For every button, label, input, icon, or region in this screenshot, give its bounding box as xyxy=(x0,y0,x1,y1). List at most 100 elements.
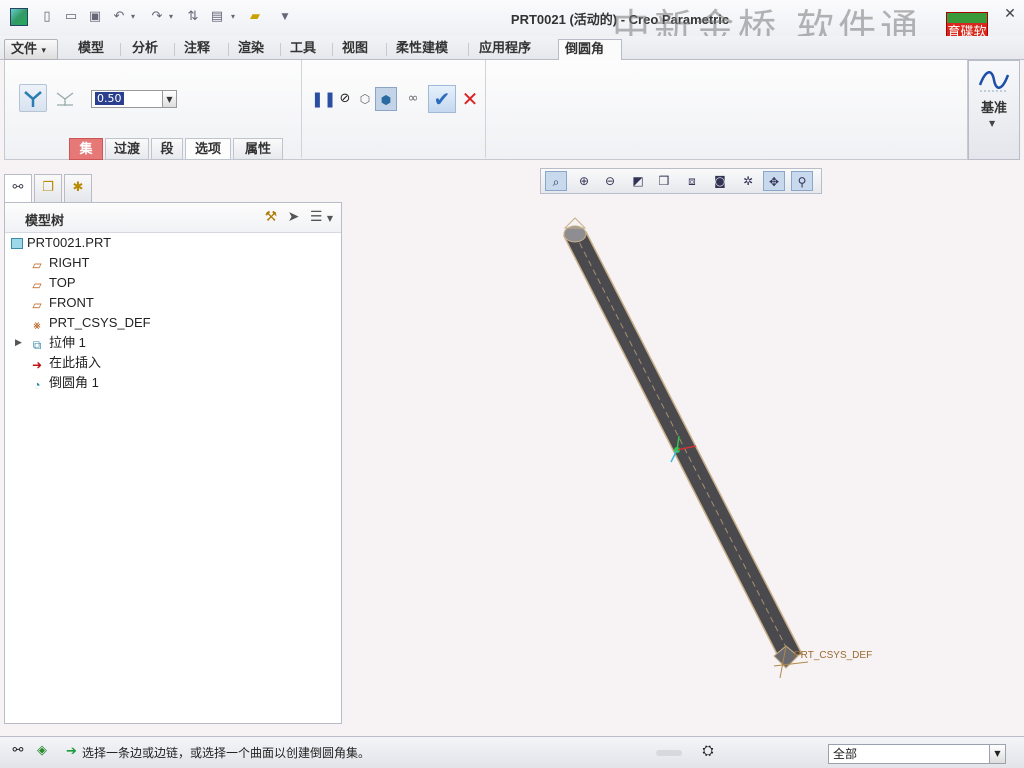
tree-item-extrude[interactable]: ⧉ 拉伸 1 xyxy=(29,333,86,353)
undo-icon[interactable]: ↶ xyxy=(110,8,128,26)
glasses-preview-icon[interactable]: ∞ xyxy=(401,87,425,111)
close-icon[interactable]: ✕ xyxy=(1000,6,1020,22)
tab-divider xyxy=(332,43,333,56)
tree-item-round[interactable]: ◔ 倒圆角 1 xyxy=(29,373,99,393)
close-window-icon[interactable]: ▰ xyxy=(246,8,264,26)
customize-toolbar-icon[interactable]: ▼ xyxy=(276,8,294,26)
tree-item-label: PRT0021.PRT xyxy=(27,235,112,250)
tree-settings-icon[interactable]: ⚒ xyxy=(265,209,278,225)
tree-item-label: 拉伸 1 xyxy=(49,335,86,350)
favorites-tab-icon[interactable]: ✱ xyxy=(64,174,92,202)
windows-dropdown-icon[interactable]: ▾ xyxy=(228,8,238,26)
no-preview-icon[interactable]: ⊘ xyxy=(335,87,355,111)
tab-divider xyxy=(228,43,229,56)
tree-item-label: 在此插入 xyxy=(49,355,102,370)
tree-item-label: 倒圆角 1 xyxy=(49,375,99,390)
csys-label: PRT_CSYS_DEF xyxy=(794,650,872,661)
insert-arrow-icon: ➜ xyxy=(31,358,43,372)
tab-annotate[interactable]: 注释 xyxy=(178,39,216,60)
verify-preview-icon[interactable]: ⬢ xyxy=(375,87,397,111)
model-tree-title: 模型树 xyxy=(25,214,65,229)
redo-dropdown-icon[interactable]: ▾ xyxy=(166,8,176,26)
prompt-arrow-icon: ➔ xyxy=(66,744,77,759)
radius-input[interactable]: 0.50 xyxy=(91,90,163,108)
datum-dropdown-icon[interactable]: ▼ xyxy=(989,119,995,128)
find-binoculars-icon[interactable]: ⛭ xyxy=(698,743,718,763)
browser-toggle-icon[interactable]: ◈ xyxy=(32,743,52,763)
tree-item-insert-here[interactable]: ➜ 在此插入 xyxy=(29,353,101,373)
tab-divider xyxy=(386,43,387,56)
radius-value: 0.50 xyxy=(95,92,124,105)
tree-dropdown-icon[interactable]: ▼ xyxy=(327,214,333,223)
folder-browser-tab-icon[interactable]: ❐ xyxy=(34,174,62,202)
undo-dropdown-icon[interactable]: ▾ xyxy=(128,8,138,26)
ok-checkmark-icon[interactable]: ✔ xyxy=(428,85,456,113)
datum-group[interactable]: 基准 ▼ xyxy=(968,60,1020,160)
tab-tools[interactable]: 工具 xyxy=(284,39,322,60)
ribbon-tab-bar: 文件 ▾ 模型 分析 注释 渲染 工具 视图 柔性建模 应用程序 倒圆角 xyxy=(0,36,1024,61)
navigator-toggle-icon[interactable]: ⚯ xyxy=(8,743,28,763)
tree-columns-icon[interactable]: ☰ xyxy=(310,209,323,225)
tree-item-part[interactable]: PRT0021.PRT xyxy=(11,233,111,253)
subtab-properties[interactable]: 属性 xyxy=(233,138,283,160)
constant-round-icon[interactable] xyxy=(19,84,47,112)
cancel-x-icon[interactable]: ✕ xyxy=(458,87,482,111)
subtab-transitions[interactable]: 过渡 xyxy=(105,138,149,160)
tree-item-top[interactable]: ▱ TOP xyxy=(29,273,75,293)
tree-item-right[interactable]: ▱ RIGHT xyxy=(29,253,89,273)
selection-filter-select[interactable]: 全部 ▼ xyxy=(828,744,1006,764)
tree-item-csys[interactable]: ⨳ PRT_CSYS_DEF xyxy=(29,313,150,333)
open-folder-icon[interactable]: ▭ xyxy=(62,8,80,26)
model-tree-panel: 模型树 ⚒ ➤ ☰ ▼ PRT0021.PRT ▱ RIGHT ▱ TOP ▱ FRO… xyxy=(4,202,342,724)
tree-tools: ⚒ ➤ ☰ ▼ xyxy=(265,209,333,225)
subtab-pieces[interactable]: 段 xyxy=(151,138,183,160)
datum-plane-icon: ▱ xyxy=(32,258,42,272)
tab-round[interactable]: 倒圆角 xyxy=(558,39,622,61)
datum-curve-icon xyxy=(978,71,1010,92)
full-round-icon[interactable] xyxy=(51,84,79,112)
model-tree-tab-icon[interactable]: ⚯ xyxy=(4,174,32,202)
tree-item-front[interactable]: ▱ FRONT xyxy=(29,293,94,313)
graphics-viewport[interactable]: ⌕ ⊕ ⊖ ◩ ❒ ⧈ ◙ ✲ ✥ ⚲ PRT_CSYS_DEF xyxy=(346,160,1024,736)
pause-icon[interactable]: ❚❚ xyxy=(311,87,336,111)
round-ribbon-panel: 0.50 ▼ 集 过渡 段 选项 属性 ❚❚ ⊘ ⬡ ⬢ ∞ ✔ ✕ xyxy=(4,60,968,160)
datum-plane-icon: ▱ xyxy=(32,278,42,292)
extrude-icon: ⧉ xyxy=(32,338,42,352)
title-bar: ▯ ▭ ▣ ↶ ▾ ↷ ▾ ⇅ ▤ ▾ ▰ ▼ PRT0021 (活动的) - … xyxy=(0,0,1024,56)
windows-icon[interactable]: ▤ xyxy=(208,8,226,26)
ribbon-group-divider xyxy=(301,60,302,158)
tab-divider xyxy=(120,43,121,56)
tab-analysis[interactable]: 分析 xyxy=(126,39,164,60)
datum-plane-icon: ▱ xyxy=(32,298,42,312)
tab-divider xyxy=(468,43,469,56)
model-graphics: PRT_CSYS_DEF xyxy=(562,217,872,679)
ribbon-group-divider xyxy=(485,60,486,158)
model-tree-header: 模型树 ⚒ ➤ ☰ ▼ xyxy=(5,203,341,233)
radius-dropdown-icon[interactable]: ▼ xyxy=(163,90,177,108)
tab-model[interactable]: 模型 xyxy=(72,39,110,60)
tab-divider xyxy=(174,43,175,56)
tab-render[interactable]: 渲染 xyxy=(232,39,270,60)
extruded-rod[interactable] xyxy=(562,231,804,661)
tab-applications[interactable]: 应用程序 xyxy=(473,39,537,60)
save-icon[interactable]: ▣ xyxy=(86,8,104,26)
round-feature-icon: ◔ xyxy=(33,378,41,392)
subtab-options[interactable]: 选项 xyxy=(185,138,231,160)
selection-filter-value: 全部 xyxy=(833,747,858,761)
expand-arrow-icon[interactable]: ▶ xyxy=(15,338,22,348)
separate-preview-icon[interactable]: ⬡ xyxy=(355,87,375,111)
chevron-down-icon: ▾ xyxy=(41,46,47,56)
redo-icon[interactable]: ↷ xyxy=(148,8,166,26)
tab-file[interactable]: 文件 ▾ xyxy=(4,39,58,60)
tab-flexible-modeling[interactable]: 柔性建模 xyxy=(390,39,454,60)
creo-logo-icon[interactable] xyxy=(10,8,28,26)
progress-indicator xyxy=(656,750,682,756)
subtab-sets[interactable]: 集 xyxy=(69,138,103,160)
new-file-icon[interactable]: ▯ xyxy=(38,8,56,26)
tab-label: 文件 xyxy=(11,42,38,57)
tree-item-label: FRONT xyxy=(49,295,94,310)
regenerate-icon[interactable]: ⇅ xyxy=(184,8,202,26)
chevron-down-icon[interactable]: ▼ xyxy=(989,745,1005,763)
tab-view[interactable]: 视图 xyxy=(336,39,374,60)
part-icon xyxy=(11,238,23,249)
